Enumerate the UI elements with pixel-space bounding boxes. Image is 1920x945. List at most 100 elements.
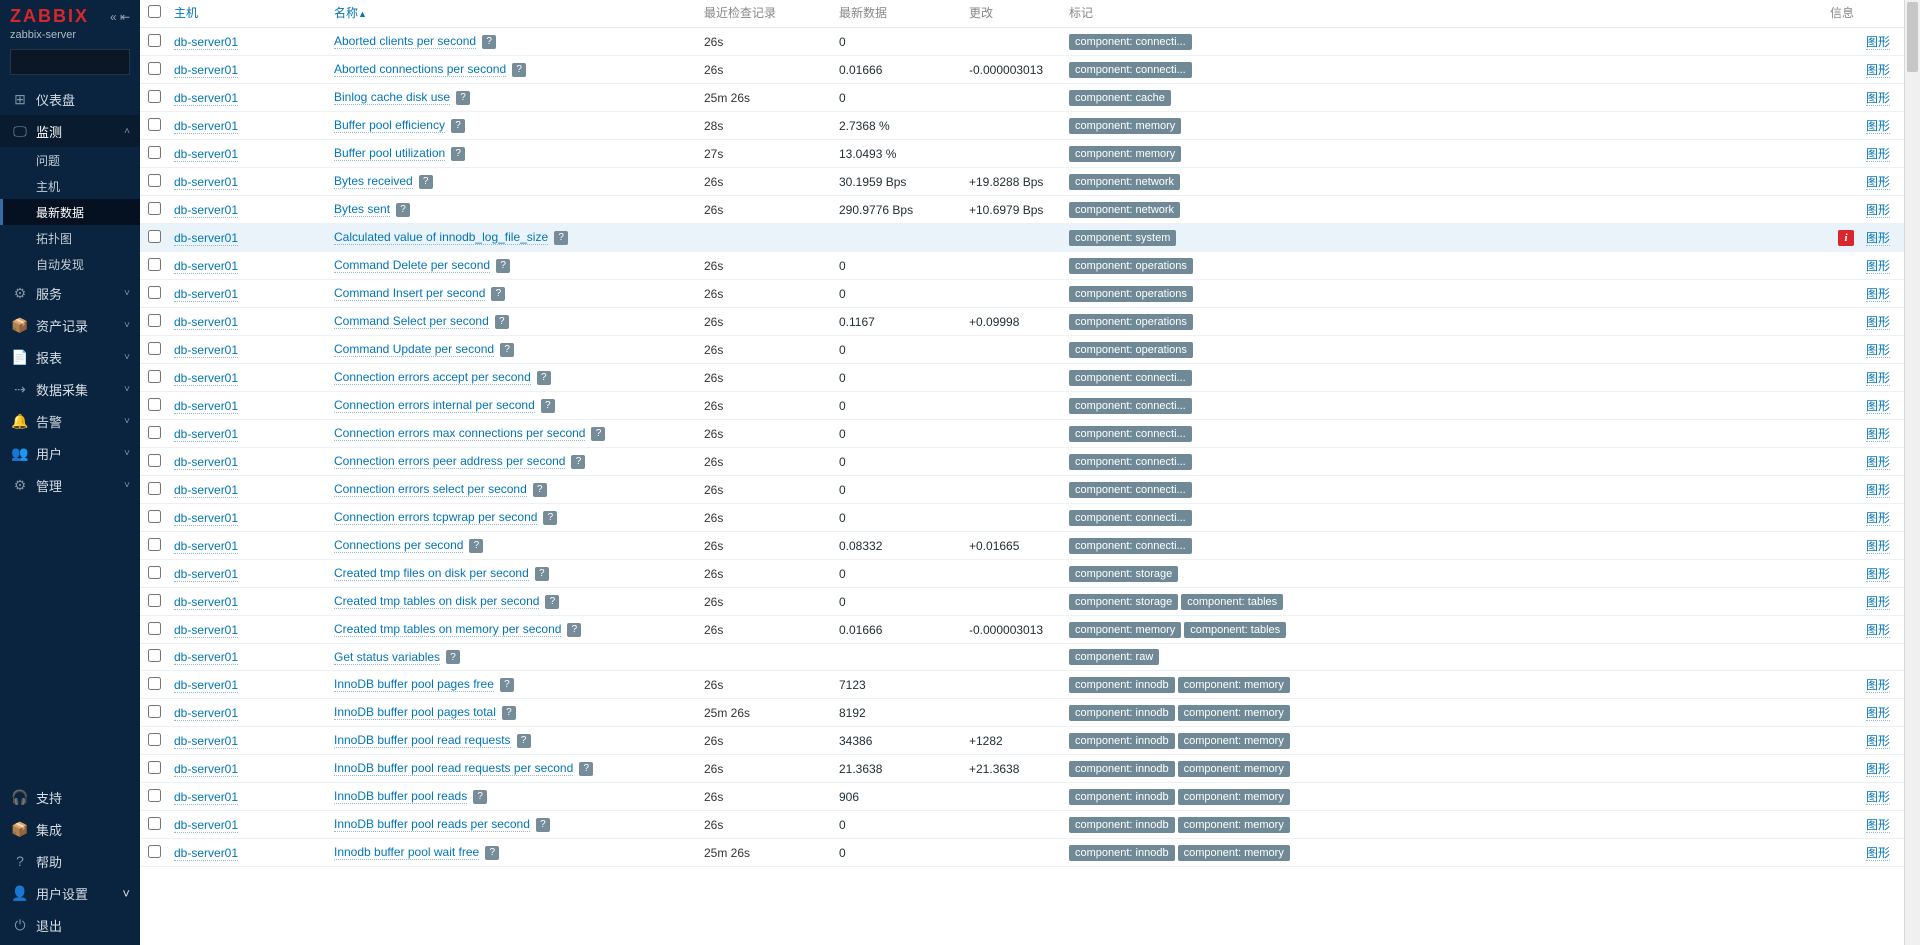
help-icon[interactable]: ?: [512, 63, 526, 77]
row-checkbox[interactable]: [148, 426, 161, 439]
item-name-link[interactable]: Connections per second: [334, 538, 463, 553]
tag[interactable]: component: storage: [1069, 566, 1178, 582]
item-name-link[interactable]: Command Insert per second: [334, 286, 485, 301]
row-checkbox[interactable]: [148, 398, 161, 411]
row-checkbox[interactable]: [148, 761, 161, 774]
nav-footer-集成[interactable]: 📦集成: [0, 813, 140, 845]
nav-item-监测[interactable]: 🖵监测˄: [0, 115, 140, 147]
graph-link[interactable]: 图形: [1866, 175, 1890, 190]
item-name-link[interactable]: InnoDB buffer pool pages total: [334, 705, 496, 720]
nav-sub-问题[interactable]: 问题: [0, 147, 140, 173]
graph-link[interactable]: 图形: [1866, 399, 1890, 414]
tag[interactable]: component: innodb: [1069, 733, 1175, 749]
graph-link[interactable]: 图形: [1866, 483, 1890, 498]
graph-link[interactable]: 图形: [1866, 818, 1890, 833]
row-checkbox[interactable]: [148, 258, 161, 271]
tag[interactable]: component: connecti...: [1069, 370, 1192, 386]
tag[interactable]: component: cache: [1069, 90, 1171, 106]
item-name-link[interactable]: Connection errors select per second: [334, 482, 527, 497]
help-icon[interactable]: ?: [517, 734, 531, 748]
item-name-link[interactable]: InnoDB buffer pool read requests per sec…: [334, 761, 573, 776]
host-link[interactable]: db-server01: [174, 623, 238, 638]
graph-link[interactable]: 图形: [1866, 259, 1890, 274]
tag[interactable]: component: memory: [1178, 733, 1290, 749]
help-icon[interactable]: ?: [545, 595, 559, 609]
help-icon[interactable]: ?: [469, 539, 483, 553]
host-link[interactable]: db-server01: [174, 231, 238, 246]
graph-link[interactable]: 图形: [1866, 91, 1890, 106]
row-checkbox[interactable]: [148, 202, 161, 215]
tag[interactable]: component: network: [1069, 202, 1180, 218]
graph-link[interactable]: 图形: [1866, 35, 1890, 50]
tag[interactable]: component: innodb: [1069, 789, 1175, 805]
host-link[interactable]: db-server01: [174, 790, 238, 805]
row-checkbox[interactable]: [148, 705, 161, 718]
help-icon[interactable]: ?: [567, 623, 581, 637]
row-checkbox[interactable]: [148, 845, 161, 858]
graph-link[interactable]: 图形: [1866, 147, 1890, 162]
item-name-link[interactable]: Connection errors accept per second: [334, 370, 531, 385]
nav-item-管理[interactable]: ⚙管理˅: [0, 469, 140, 501]
host-link[interactable]: db-server01: [174, 427, 238, 442]
nav-footer-帮助[interactable]: ?帮助: [0, 845, 140, 877]
tag[interactable]: component: operations: [1069, 342, 1193, 358]
tag[interactable]: component: connecti...: [1069, 426, 1192, 442]
tag[interactable]: component: innodb: [1069, 845, 1175, 861]
tag[interactable]: component: memory: [1178, 761, 1290, 777]
nav-item-报表[interactable]: 📄报表˅: [0, 341, 140, 373]
host-link[interactable]: db-server01: [174, 343, 238, 358]
nav-item-仪表盘[interactable]: ⊞仪表盘: [0, 83, 140, 115]
help-icon[interactable]: ?: [579, 762, 593, 776]
row-checkbox[interactable]: [148, 566, 161, 579]
tag[interactable]: component: connecti...: [1069, 34, 1192, 50]
info-error-icon[interactable]: i: [1838, 230, 1854, 246]
nav-item-资产记录[interactable]: 📦资产记录˅: [0, 309, 140, 341]
tag[interactable]: component: memory: [1069, 146, 1181, 162]
help-icon[interactable]: ?: [500, 678, 514, 692]
host-link[interactable]: db-server01: [174, 63, 238, 78]
host-link[interactable]: db-server01: [174, 595, 238, 610]
tag[interactable]: component: memory: [1069, 622, 1181, 638]
tag[interactable]: component: memory: [1178, 845, 1290, 861]
help-icon[interactable]: ?: [482, 35, 496, 49]
host-link[interactable]: db-server01: [174, 483, 238, 498]
col-name[interactable]: 名称▲: [328, 0, 698, 28]
select-all-checkbox[interactable]: [148, 5, 161, 18]
item-name-link[interactable]: Buffer pool efficiency: [334, 118, 445, 133]
host-link[interactable]: db-server01: [174, 175, 238, 190]
help-icon[interactable]: ?: [456, 91, 470, 105]
row-checkbox[interactable]: [148, 174, 161, 187]
item-name-link[interactable]: Connection errors peer address per secon…: [334, 454, 565, 469]
row-checkbox[interactable]: [148, 817, 161, 830]
host-link[interactable]: db-server01: [174, 734, 238, 749]
host-link[interactable]: db-server01: [174, 315, 238, 330]
tag[interactable]: component: connecti...: [1069, 538, 1192, 554]
help-icon[interactable]: ?: [396, 203, 410, 217]
tag[interactable]: component: memory: [1178, 677, 1290, 693]
host-link[interactable]: db-server01: [174, 371, 238, 386]
help-icon[interactable]: ?: [543, 511, 557, 525]
help-icon[interactable]: ?: [571, 455, 585, 469]
item-name-link[interactable]: Connection errors max connections per se…: [334, 426, 585, 441]
col-host[interactable]: 主机: [168, 0, 328, 28]
graph-link[interactable]: 图形: [1866, 371, 1890, 386]
row-checkbox[interactable]: [148, 230, 161, 243]
help-icon[interactable]: ?: [446, 650, 460, 664]
help-icon[interactable]: ?: [495, 315, 509, 329]
tag[interactable]: component: network: [1069, 174, 1180, 190]
item-name-link[interactable]: Created tmp tables on disk per second: [334, 594, 539, 609]
collapse-icon[interactable]: « ⇤: [110, 11, 130, 23]
tag[interactable]: component: memory: [1178, 817, 1290, 833]
tag[interactable]: component: innodb: [1069, 677, 1175, 693]
row-checkbox[interactable]: [148, 510, 161, 523]
graph-link[interactable]: 图形: [1866, 762, 1890, 777]
help-icon[interactable]: ?: [536, 818, 550, 832]
nav-sub-最新数据[interactable]: 最新数据: [0, 199, 140, 225]
graph-link[interactable]: 图形: [1866, 511, 1890, 526]
graph-link[interactable]: 图形: [1866, 203, 1890, 218]
host-link[interactable]: db-server01: [174, 678, 238, 693]
host-link[interactable]: db-server01: [174, 287, 238, 302]
tag[interactable]: component: memory: [1178, 705, 1290, 721]
host-link[interactable]: db-server01: [174, 35, 238, 50]
graph-link[interactable]: 图形: [1866, 595, 1890, 610]
